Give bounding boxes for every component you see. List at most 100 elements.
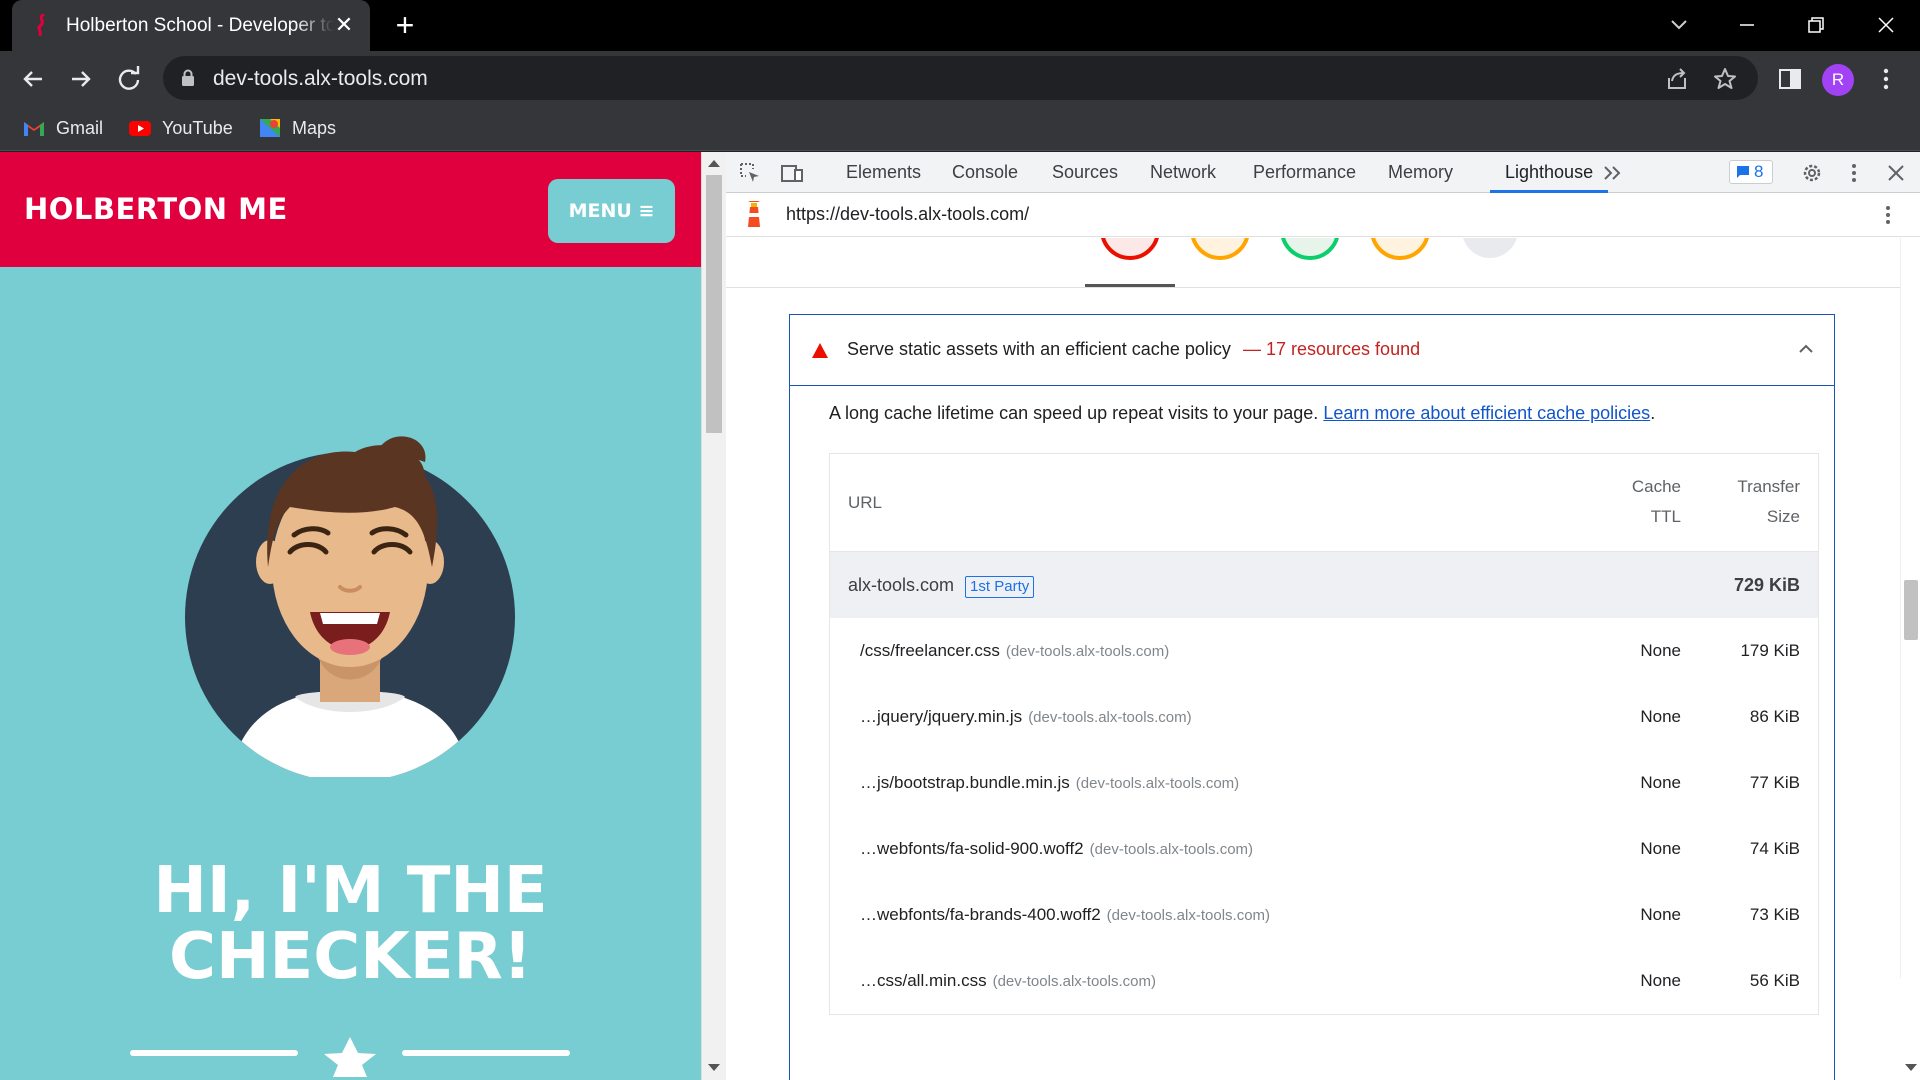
reload-icon[interactable] bbox=[113, 63, 145, 95]
page-scrollbar-thumb[interactable] bbox=[706, 175, 722, 433]
table-row[interactable]: …webfonts/fa-brands-400.woff2 (dev-tools.… bbox=[830, 882, 1818, 948]
minimize-icon[interactable] bbox=[1727, 8, 1767, 42]
resource-host: (dev-tools.alx-tools.com) bbox=[992, 973, 1156, 990]
tab-lighthouse[interactable]: Lighthouse bbox=[1490, 152, 1609, 193]
devtools-scrollbar-thumb[interactable] bbox=[1904, 580, 1918, 640]
more-tabs-icon[interactable] bbox=[1600, 161, 1624, 185]
bookmark-maps[interactable]: Maps bbox=[258, 115, 336, 141]
bookmark-star-icon[interactable] bbox=[1712, 66, 1738, 92]
chevron-up-icon[interactable] bbox=[1796, 339, 1816, 359]
resource-url[interactable]: …css/all.min.css bbox=[860, 971, 987, 990]
new-tab-button[interactable]: + bbox=[390, 9, 420, 41]
site-header: HOLBERTON ME MENU ≡ bbox=[0, 152, 701, 267]
hero-title-line1: HI, I'M THE bbox=[153, 854, 548, 928]
tab-elements[interactable]: Elements bbox=[846, 152, 921, 193]
table-row[interactable]: /css/freelancer.css (dev-tools.alx-tools.… bbox=[830, 618, 1818, 684]
tab-sources[interactable]: Sources bbox=[1052, 152, 1118, 193]
cache-ttl: None bbox=[1640, 641, 1681, 660]
learn-more-link[interactable]: Learn more about efficient cache policie… bbox=[1323, 403, 1650, 423]
col-transfer-size-line1: Transfer bbox=[1737, 477, 1800, 496]
gauge-selected-underline bbox=[1085, 284, 1175, 287]
tab-close-icon[interactable]: ✕ bbox=[332, 13, 356, 37]
bookmark-label: Maps bbox=[292, 118, 337, 138]
audit-header[interactable]: Serve static assets with an efficient ca… bbox=[790, 315, 1834, 386]
maps-icon bbox=[260, 119, 280, 137]
table-row[interactable]: …css/all.min.css (dev-tools.alx-tools.com… bbox=[830, 948, 1818, 1014]
bookmark-youtube[interactable]: YouTube bbox=[128, 115, 233, 141]
side-panel-icon[interactable] bbox=[1776, 65, 1804, 93]
transfer-size: 86 KiB bbox=[1749, 707, 1800, 726]
scroll-down-icon[interactable] bbox=[1905, 1064, 1917, 1071]
hero-title-line2: CHECKER! bbox=[169, 920, 532, 994]
devtools-close-icon[interactable] bbox=[1884, 161, 1908, 185]
col-cache-ttl-line1: Cache bbox=[1631, 477, 1681, 496]
address-bar[interactable]: dev-tools.alx-tools.com bbox=[163, 56, 1758, 100]
tab-network[interactable]: Network bbox=[1150, 152, 1216, 193]
tab-strip: Holberton School - Developer tools ✕ + bbox=[0, 0, 1920, 51]
gauge-seo[interactable]: 77 bbox=[1368, 238, 1432, 262]
gauge-best-practices[interactable]: 100 bbox=[1278, 238, 1342, 262]
table-row[interactable]: …webfonts/fa-solid-900.woff2 (dev-tools.a… bbox=[830, 816, 1818, 882]
profile-avatar[interactable]: R bbox=[1822, 64, 1854, 96]
youtube-icon bbox=[129, 121, 151, 136]
resource-host: (dev-tools.alx-tools.com) bbox=[1089, 841, 1254, 858]
resource-url[interactable]: …jquery/jquery.min.js bbox=[860, 707, 1022, 726]
lock-icon[interactable] bbox=[181, 69, 195, 87]
restore-icon[interactable] bbox=[1796, 8, 1836, 42]
tab-memory[interactable]: Memory bbox=[1388, 152, 1453, 193]
menu-button[interactable]: MENU ≡ bbox=[548, 179, 675, 243]
forward-icon[interactable] bbox=[65, 63, 97, 95]
col-url: URL bbox=[848, 493, 883, 512]
col-transfer-size-line2: Size bbox=[1766, 507, 1800, 526]
gauge-accessibility[interactable]: 84 bbox=[1188, 238, 1252, 262]
resource-url[interactable]: …js/bootstrap.bundle.min.js bbox=[860, 773, 1070, 792]
gauge-ring bbox=[1463, 238, 1517, 258]
transfer-size: 73 KiB bbox=[1749, 905, 1800, 924]
tab-console[interactable]: Console bbox=[952, 152, 1018, 193]
col-cache-ttl-line2: TTL bbox=[1650, 507, 1681, 526]
audit-title: Serve static assets with an efficient ca… bbox=[847, 339, 1231, 359]
gauge-performance[interactable]: 49 bbox=[1098, 238, 1162, 262]
browser-tab[interactable]: Holberton School - Developer tools ✕ bbox=[12, 0, 370, 51]
devtools-scrollbar[interactable] bbox=[1900, 238, 1920, 1071]
settings-gear-icon[interactable] bbox=[1800, 161, 1824, 185]
resource-url[interactable]: /css/freelancer.css bbox=[860, 641, 1000, 660]
device-toolbar-icon[interactable] bbox=[780, 161, 804, 185]
first-party-badge: 1st Party bbox=[965, 576, 1035, 598]
entity-size: 729 KiB bbox=[1733, 575, 1800, 595]
resource-host: (dev-tools.alx-tools.com) bbox=[1106, 907, 1271, 924]
inspect-element-icon[interactable] bbox=[738, 161, 762, 185]
audit-table: URL Cache TTL Transfer Size alx-tools.co… bbox=[829, 453, 1819, 1015]
scroll-up-icon[interactable] bbox=[708, 160, 720, 167]
transfer-size: 56 KiB bbox=[1749, 971, 1800, 990]
resource-host: (dev-tools.alx-tools.com) bbox=[1075, 775, 1240, 792]
gauge-ring bbox=[1191, 238, 1249, 260]
description-period: . bbox=[1650, 403, 1656, 423]
page-scrollbar[interactable] bbox=[701, 152, 726, 1080]
table-row[interactable]: …jquery/jquery.min.js (dev-tools.alx-tool… bbox=[830, 684, 1818, 750]
back-icon[interactable] bbox=[17, 63, 49, 95]
hero-title: HI, I'M THE CHECKER! bbox=[0, 858, 701, 990]
tab-search-icon[interactable] bbox=[1659, 8, 1699, 42]
report-url: https://dev-tools.alx-tools.com/ bbox=[786, 204, 1030, 224]
devtools-menu-icon[interactable] bbox=[1842, 161, 1866, 185]
resource-url[interactable]: …webfonts/fa-brands-400.woff2 bbox=[860, 905, 1101, 924]
scroll-down-icon[interactable] bbox=[708, 1064, 720, 1071]
browser-menu-icon[interactable] bbox=[1872, 65, 1900, 93]
gauge-pwa[interactable]: – bbox=[1458, 238, 1522, 262]
resource-url[interactable]: …webfonts/fa-solid-900.woff2 bbox=[860, 839, 1084, 858]
table-row[interactable]: …js/bootstrap.bundle.min.js (dev-tools.al… bbox=[830, 750, 1818, 816]
navigation-toolbar: dev-tools.alx-tools.com R bbox=[0, 51, 1920, 106]
tab-performance[interactable]: Performance bbox=[1253, 152, 1356, 193]
holberton-favicon-icon bbox=[37, 14, 45, 36]
report-menu-icon[interactable] bbox=[1876, 203, 1900, 227]
site-brand[interactable]: HOLBERTON ME bbox=[24, 192, 288, 226]
window-close-icon[interactable] bbox=[1866, 8, 1906, 42]
share-icon[interactable] bbox=[1664, 66, 1690, 92]
audit-display-value: — 17 resources found bbox=[1243, 339, 1421, 359]
bookmark-gmail[interactable]: Gmail bbox=[22, 115, 103, 141]
audit-description-text: A long cache lifetime can speed up repea… bbox=[829, 403, 1319, 423]
message-icon bbox=[1737, 166, 1749, 178]
star-divider bbox=[130, 1037, 570, 1077]
issues-badge[interactable]: 8 bbox=[1729, 160, 1773, 184]
